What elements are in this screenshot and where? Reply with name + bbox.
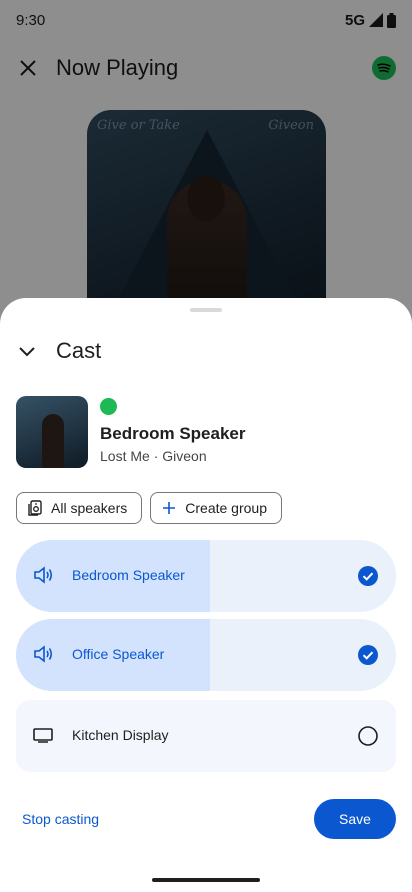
device-name: Office Speaker xyxy=(72,646,165,662)
stop-casting-button[interactable]: Stop casting xyxy=(16,803,105,835)
track-info: Lost Me · Giveon xyxy=(100,448,207,464)
checked-icon[interactable] xyxy=(358,566,378,586)
now-playing-card: Bedroom Speaker Lost Me · Giveon xyxy=(16,396,396,468)
plus-icon xyxy=(161,500,177,516)
device-row-kitchen-display[interactable]: Kitchen Display xyxy=(16,700,396,772)
album-thumbnail xyxy=(16,396,88,468)
speaker-group-icon xyxy=(27,500,43,516)
unchecked-icon[interactable] xyxy=(358,726,378,746)
volume-icon[interactable] xyxy=(32,564,54,586)
device-name: Bedroom Speaker xyxy=(72,567,185,583)
all-speakers-chip[interactable]: All speakers xyxy=(16,492,143,524)
volume-icon[interactable] xyxy=(32,643,54,665)
chevron-down-icon[interactable] xyxy=(16,340,38,362)
device-row-bedroom-speaker[interactable]: Bedroom Speaker xyxy=(16,540,396,612)
current-device-name: Bedroom Speaker xyxy=(100,424,246,443)
checked-icon[interactable] xyxy=(358,645,378,665)
sheet-title: Cast xyxy=(56,338,102,363)
chip-row: All speakers Create group xyxy=(16,492,282,524)
all-speakers-label: All speakers xyxy=(51,500,128,516)
create-group-chip[interactable]: Create group xyxy=(150,492,282,524)
create-group-label: Create group xyxy=(185,500,267,516)
spotify-icon xyxy=(100,398,117,415)
drag-handle[interactable] xyxy=(190,308,222,312)
sheet-footer: Stop casting Save xyxy=(16,798,396,840)
tv-icon xyxy=(33,728,53,743)
device-name: Kitchen Display xyxy=(72,727,169,743)
cast-bottom-sheet: Cast Bedroom Speaker Lost Me · Giveon Al… xyxy=(0,298,412,892)
sheet-header: Cast xyxy=(16,338,101,364)
save-button[interactable]: Save xyxy=(314,799,396,839)
device-row-office-speaker[interactable]: Office Speaker xyxy=(16,619,396,691)
home-indicator[interactable] xyxy=(152,878,260,882)
